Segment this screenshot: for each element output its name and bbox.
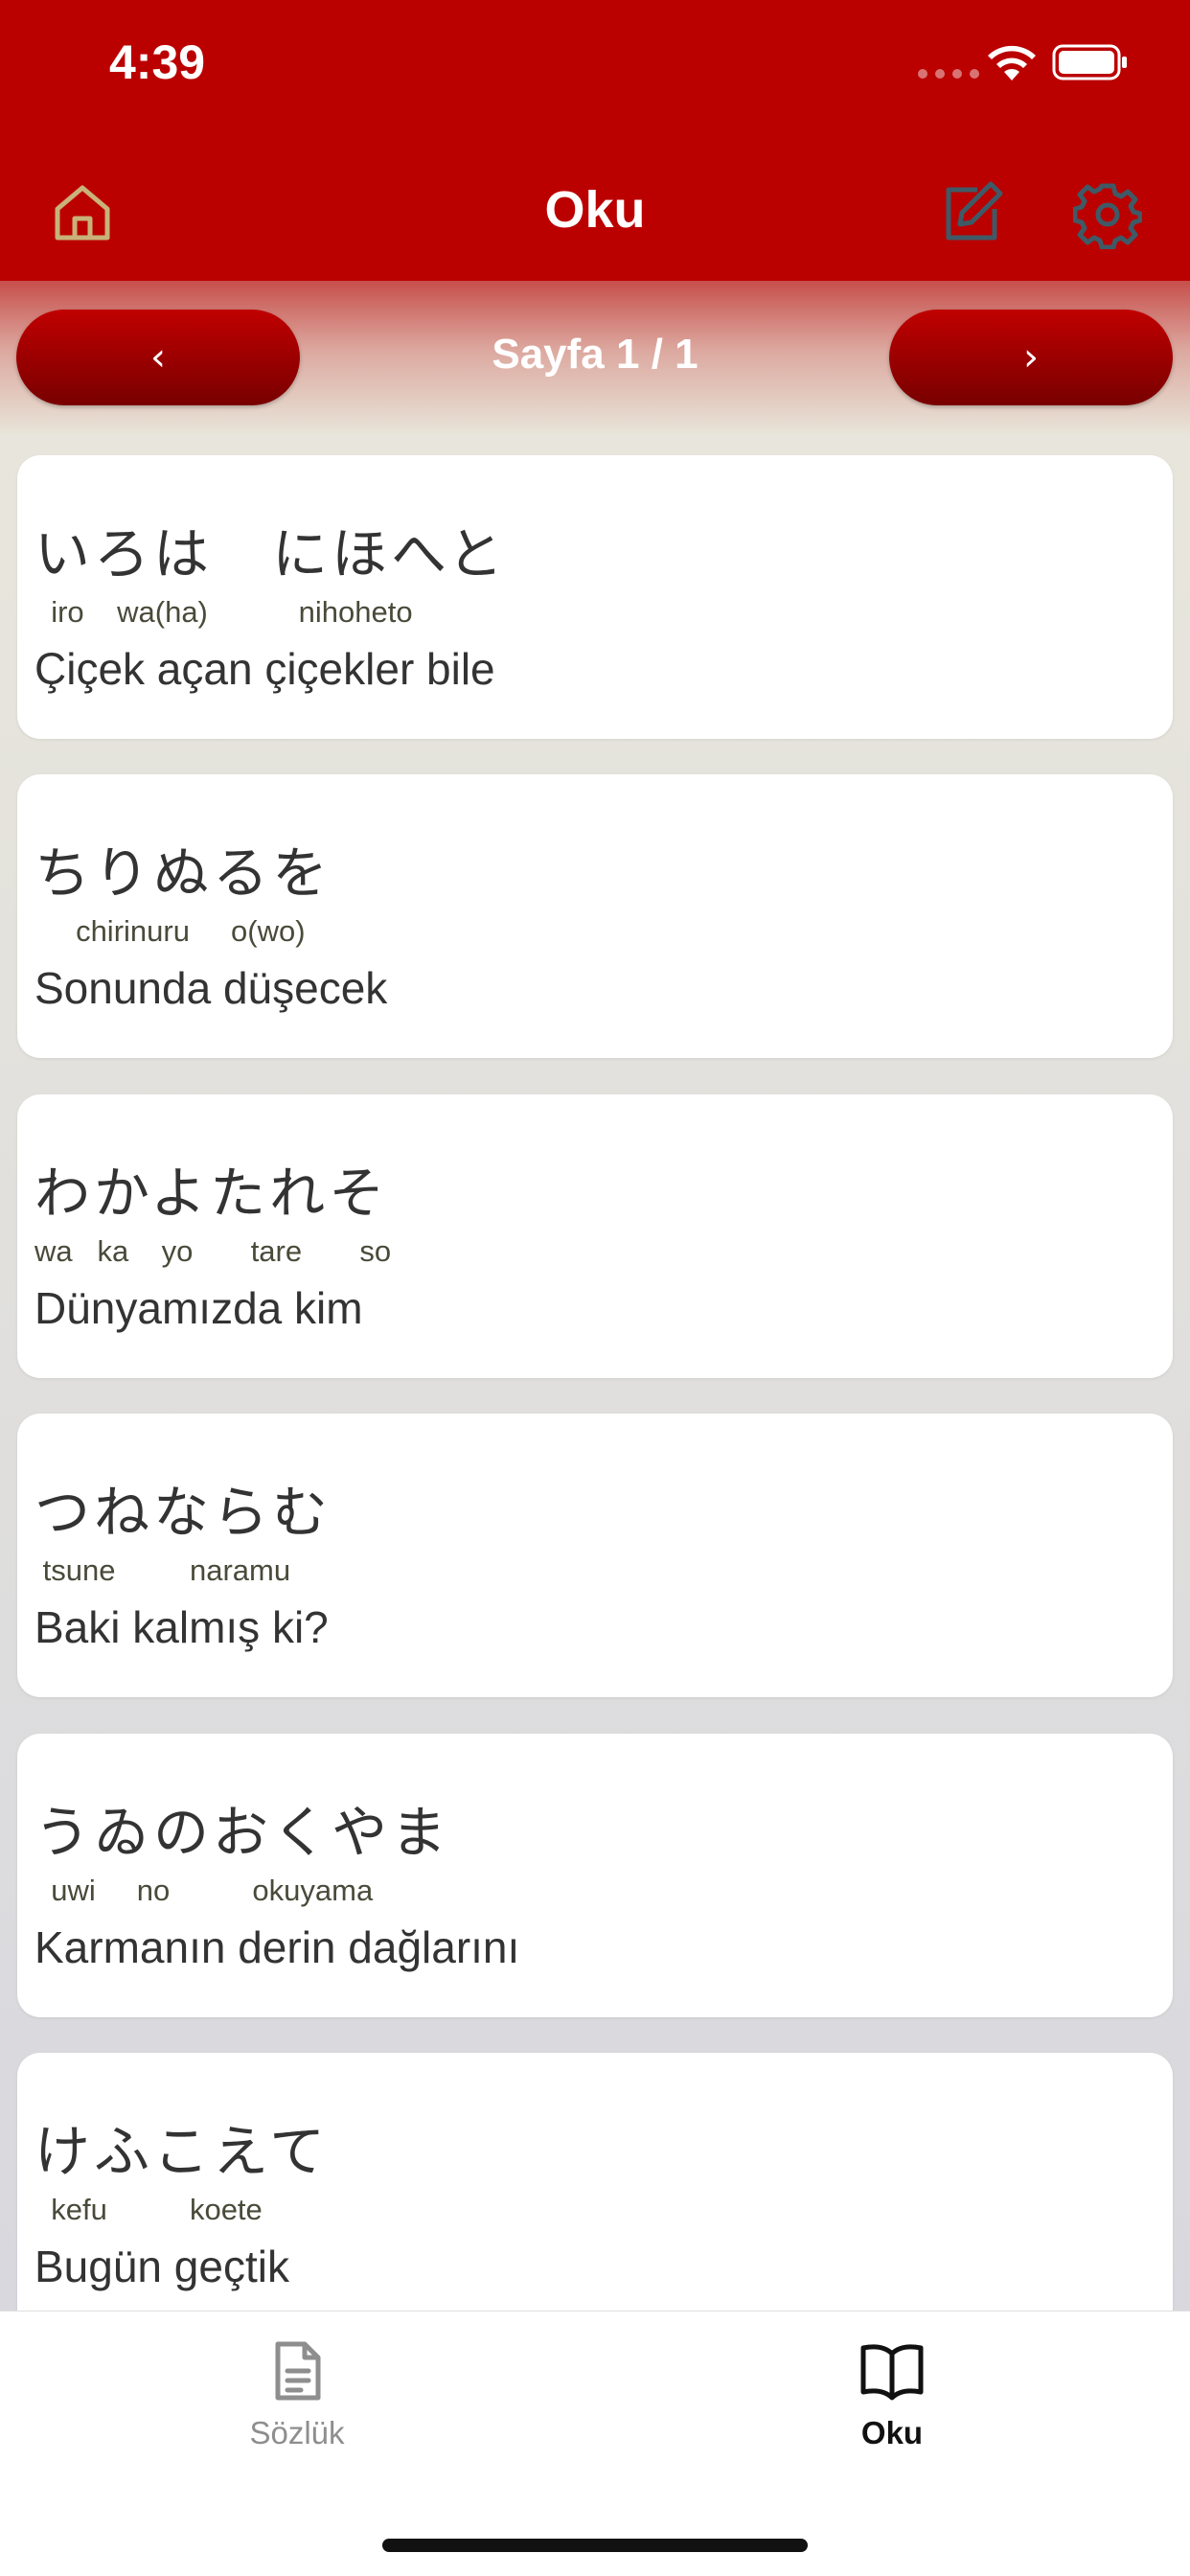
romaji-text: uwi no okuyama (34, 1874, 374, 1907)
wifi-icon (988, 45, 1036, 80)
tab-bar: Sözlük Oku (0, 2311, 1190, 2576)
meaning-text: Baki kalmış ki? (34, 1602, 329, 1652)
next-page-button[interactable]: › (889, 310, 1173, 405)
kana-text: うゐのおくやま (34, 1800, 451, 1865)
app-header: 4:39 Oku (0, 0, 1190, 281)
romaji-text: wa ka yo tare so (34, 1234, 392, 1268)
kana-text: いろは にほへと (34, 521, 508, 586)
romaji-text: tsune naramu (34, 1553, 291, 1587)
page-title: Oku (544, 181, 646, 239)
meaning-text: Bugün geçtik (34, 2242, 289, 2291)
list-item[interactable]: わかよたれそ wa ka yo tare so Dünyamızda kim (17, 1094, 1173, 1378)
battery-icon (1052, 44, 1127, 80)
status-bar: 4:39 (0, 0, 1190, 125)
status-time: 4:39 (109, 35, 206, 89)
gear-icon[interactable] (1073, 180, 1142, 249)
tab-read-label: Oku (860, 2415, 924, 2450)
romaji-text: chirinuru o(wo) (34, 914, 306, 948)
pager: ‹ Sayfa 1 / 1 › (0, 281, 1190, 434)
tab-dictionary[interactable]: Sözlük (182, 2340, 412, 2451)
kana-text: ちりぬるを (34, 840, 332, 906)
list-item[interactable]: いろは にほへと iro wa(ha) nihoheto Çiçek açan … (17, 455, 1173, 739)
document-icon (275, 2341, 321, 2401)
open-book-icon (860, 2344, 924, 2401)
meaning-text: Çiçek açan çiçekler bile (34, 644, 495, 694)
romaji-text: kefu koete (34, 2193, 263, 2226)
kana-text: けふこえて (34, 2119, 330, 2184)
list-item[interactable]: けふこえて kefu koete Bugün geçtik (17, 2053, 1173, 2311)
kana-text: つねならむ (34, 1480, 332, 1545)
kana-text: わかよたれそ (34, 1161, 389, 1226)
home-indicator (382, 2539, 808, 2552)
meaning-text: Karmanın derin dağlarını (34, 1922, 520, 1972)
cellular-signal-icon (918, 69, 979, 79)
meaning-text: Dünyamızda kim (34, 1283, 363, 1333)
nav-bar: Oku (0, 144, 1190, 281)
tab-read[interactable]: Oku (777, 2340, 1007, 2451)
poem-line-list[interactable]: いろは にほへと iro wa(ha) nihoheto Çiçek açan … (0, 434, 1190, 2311)
list-item[interactable]: ちりぬるを chirinuru o(wo) Sonunda düşecek (17, 774, 1173, 1058)
list-item[interactable]: うゐのおくやま uwi no okuyama Karmanın derin da… (17, 1734, 1173, 2017)
list-item[interactable]: つねならむ tsune naramu Baki kalmış ki? (17, 1414, 1173, 1697)
chevron-right-icon: › (1023, 335, 1039, 380)
edit-icon[interactable] (939, 180, 1004, 245)
romaji-text: iro wa(ha) nihoheto (34, 595, 413, 629)
meaning-text: Sonunda düşecek (34, 963, 388, 1013)
tab-dictionary-label: Sözlük (249, 2415, 345, 2450)
